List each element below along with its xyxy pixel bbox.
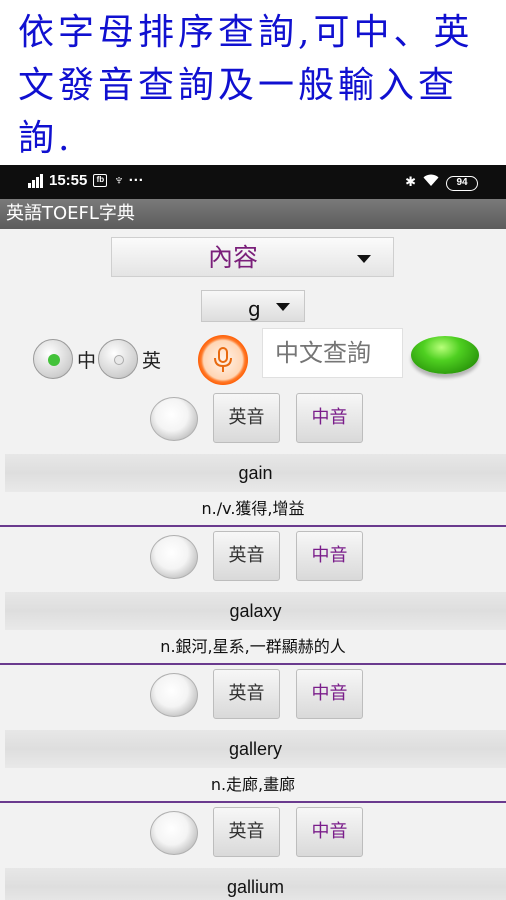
battery-icon: 94 (446, 173, 478, 191)
microphone-icon (214, 347, 232, 372)
search-input[interactable] (262, 328, 403, 378)
chinese-pronounce-button[interactable]: 中音 (296, 393, 363, 443)
letter-dropdown[interactable]: g (201, 290, 305, 322)
word-entry: 英音 中音 gallium (0, 806, 506, 900)
entry-meaning: n.走廊,畫廊 (210, 775, 296, 794)
entry-select-radio[interactable] (150, 673, 198, 717)
promo-banner: 依字母排序查詢,可中、英文發音查詢及一般輸入查詢. (0, 0, 506, 165)
entry-controls: 英音 中音 (0, 392, 506, 450)
status-left: 15:55 fb ♆ ··· (28, 172, 144, 189)
status-right: ✱ 94 (405, 173, 478, 191)
language-radio-group: 中 英 (33, 339, 163, 379)
radio-english-label: 英 (142, 349, 162, 372)
entry-controls: 英音 中音 (0, 668, 506, 726)
entry-meaning: n./v.獲得,增益 (201, 499, 305, 518)
entry-word[interactable]: galaxy (5, 592, 506, 630)
battery-level: 94 (446, 176, 478, 191)
chinese-pronounce-button[interactable]: 中音 (296, 807, 363, 857)
entry-word[interactable]: gain (5, 454, 506, 492)
content-dropdown-label: 內容 (208, 243, 259, 272)
entry-word[interactable]: gallium (5, 868, 506, 900)
status-extra: ♆ ··· (113, 172, 144, 189)
entry-select-radio[interactable] (150, 397, 198, 441)
dictionary-screen: 內容 g 中 英 英音中音gainn./v.獲得,增益英音中音galaxyn.銀… (0, 229, 506, 900)
entry-select-radio[interactable] (150, 535, 198, 579)
word-entry: 英音 中音 gallery n.走廊,畫廊 (0, 668, 506, 806)
entry-controls: 英音 中音 (0, 806, 506, 864)
entry-word[interactable]: gallery (5, 730, 506, 768)
entry-divider (0, 663, 506, 665)
entry-divider (0, 801, 506, 803)
chinese-pronounce-button[interactable]: 中音 (296, 531, 363, 581)
entry-controls: 英音 中音 (0, 530, 506, 588)
radio-chinese[interactable] (33, 339, 73, 379)
letter-dropdown-label: g (248, 297, 261, 321)
status-time: 15:55 (49, 172, 88, 189)
bluetooth-icon: ✱ (405, 174, 416, 189)
word-entry: 英音 中音 galaxy n.銀河,星系,一群顯赫的人 (0, 530, 506, 668)
word-list: 英音 中音 gain n./v.獲得,增益 英音 中音 galaxy n.銀河,星系,一群顯赫… (0, 392, 506, 900)
english-pronounce-button[interactable]: 英音 (213, 807, 280, 857)
signal-icon (28, 173, 43, 188)
app-notification-icon: fb (93, 174, 108, 187)
word-entry: 英音 中音 gain n./v.獲得,增益 (0, 392, 506, 530)
app-title: 英語TOEFL字典 (0, 199, 506, 229)
radio-selected-dot (48, 354, 60, 366)
status-bar: 15:55 fb ♆ ··· ✱ 94 (0, 165, 506, 199)
radio-unselected-dot (114, 355, 125, 365)
radio-english[interactable] (98, 339, 139, 379)
english-pronounce-button[interactable]: 英音 (213, 669, 280, 719)
entry-divider (0, 525, 506, 527)
chevron-down-icon (276, 303, 290, 311)
entry-meaning: n.銀河,星系,一群顯赫的人 (160, 637, 346, 656)
radio-chinese-label: 中 (77, 349, 97, 372)
english-pronounce-button[interactable]: 英音 (213, 531, 280, 581)
english-pronounce-button[interactable]: 英音 (213, 393, 280, 443)
content-dropdown[interactable]: 內容 (111, 237, 394, 277)
chevron-down-icon (357, 255, 371, 263)
voice-search-button[interactable] (198, 335, 248, 385)
search-go-button[interactable] (411, 336, 479, 374)
chinese-pronounce-button[interactable]: 中音 (296, 669, 363, 719)
entry-select-radio[interactable] (150, 811, 198, 855)
promo-caption: 依字母排序查詢,可中、英文發音查詢及一般輸入查詢. (18, 12, 474, 159)
wifi-icon (423, 174, 439, 190)
